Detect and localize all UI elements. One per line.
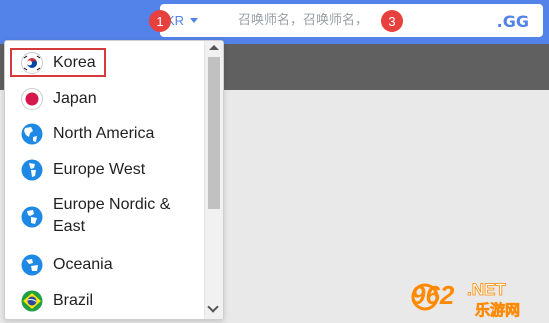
region-item-label: Europe West (53, 161, 146, 178)
region-item-north-america[interactable]: North America (5, 122, 203, 146)
region-item-europe-west[interactable]: Europe West (5, 158, 203, 182)
watermark-suffix: .NET (467, 280, 506, 299)
brazil-flag-icon (21, 290, 43, 312)
region-dropdown: Korea Japan North America Europe West Eu… (4, 40, 224, 320)
annotation-badge-3: 3 (381, 10, 403, 32)
site-logo[interactable]: .GG (497, 12, 529, 31)
region-item-label: Europe Nordic & East (53, 196, 171, 235)
region-item-europe-nordic-east[interactable]: Europe Nordic & East (5, 194, 203, 240)
region-item-label: North America (53, 125, 155, 142)
dropdown-scrollbar[interactable] (204, 41, 223, 319)
summoner-search-input[interactable] (238, 10, 468, 31)
region-item-label: Brazil (53, 292, 94, 309)
region-item-label: Japan (53, 90, 97, 107)
site-watermark: 962 .NET 乐游网 (403, 271, 543, 321)
region-select-button[interactable]: KR (166, 4, 220, 37)
region-item-label: Oceania (53, 256, 113, 273)
globe-americas-icon (21, 123, 43, 145)
watermark-number: 962 (411, 280, 455, 310)
watermark-subtitle: 乐游网 (475, 301, 520, 319)
scroll-down-arrow-icon[interactable] (207, 301, 219, 313)
annotation-badge-1: 1 (149, 10, 171, 32)
region-item-oceania[interactable]: Oceania (5, 253, 203, 277)
globe-europe-icon (21, 206, 43, 228)
region-item-japan[interactable]: Japan (5, 87, 203, 111)
globe-europe-icon (21, 159, 43, 181)
scrollbar-thumb[interactable] (208, 57, 220, 209)
globe-oceania-icon (21, 254, 43, 276)
search-bar: KR .GG (160, 4, 543, 37)
caret-down-icon (190, 18, 199, 23)
region-item-brazil[interactable]: Brazil (5, 289, 203, 313)
korea-highlight-box (10, 48, 106, 77)
japan-flag-icon (21, 88, 43, 110)
scroll-up-arrow-icon[interactable] (209, 45, 219, 50)
